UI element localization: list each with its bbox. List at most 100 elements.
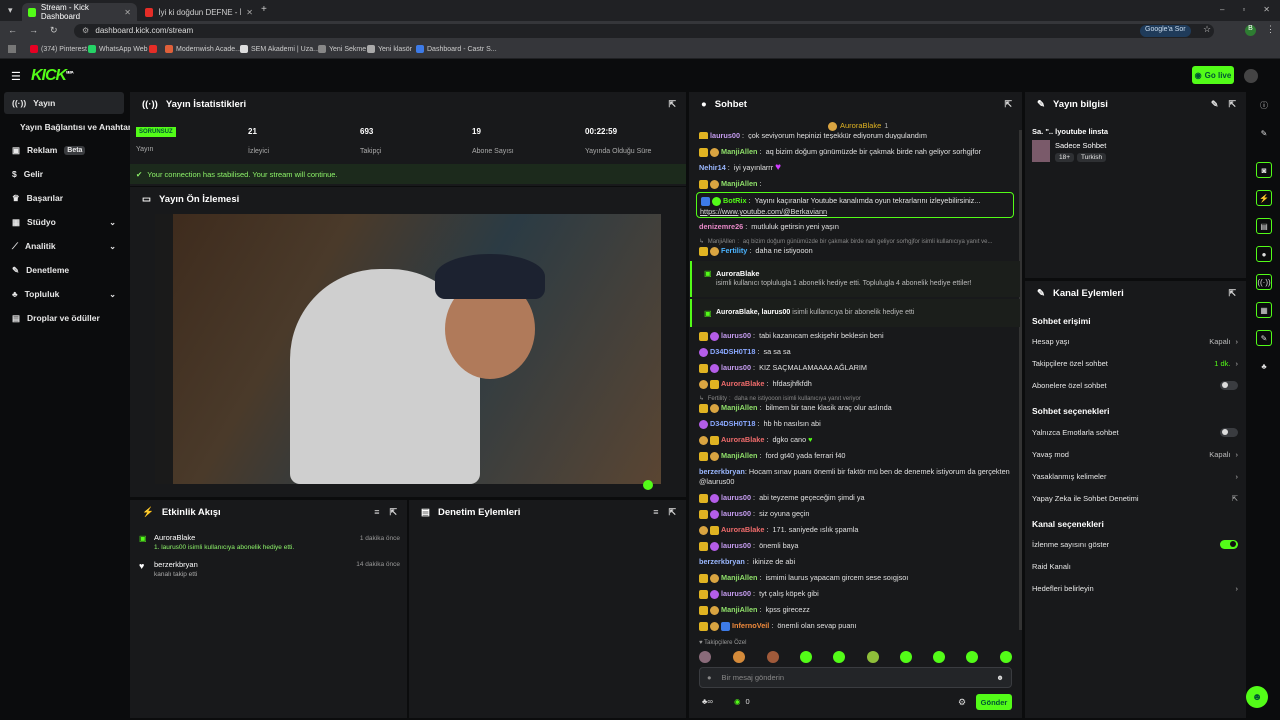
- chat-settings-icon[interactable]: ⚙: [958, 697, 966, 708]
- ai-moderation-row[interactable]: Yapay Zeka ile Sohbet Denetimi ⇱: [1032, 491, 1238, 505]
- tools-icon[interactable]: ✎: [1256, 330, 1272, 346]
- back-icon[interactable]: ←: [8, 25, 17, 36]
- sidebar-item-topluluk[interactable]: ♣ Topluluk ⌄: [4, 283, 124, 305]
- send-button[interactable]: Gönder: [976, 694, 1012, 710]
- close-icon[interactable]: ✕: [246, 8, 253, 17]
- close-window-icon[interactable]: ✕: [1263, 5, 1270, 14]
- wrench-icon[interactable]: ✎: [1256, 125, 1272, 141]
- emote-8[interactable]: [933, 651, 945, 663]
- apps-icon[interactable]: [8, 45, 16, 53]
- show-viewers-toggle[interactable]: [1220, 539, 1238, 549]
- google-ask-button[interactable]: Google'a Sor: [1140, 25, 1191, 37]
- broadcast-icon[interactable]: ((·)): [1256, 274, 1272, 290]
- close-icon[interactable]: ✕: [124, 8, 131, 17]
- emote-1[interactable]: [699, 651, 711, 663]
- sidebar-item-droplar[interactable]: ▤ Droplar ve ödüller: [4, 307, 124, 329]
- raid-row[interactable]: Raid Kanalı: [1032, 559, 1238, 573]
- server-icon[interactable]: ▦: [1256, 302, 1272, 318]
- goals-row[interactable]: Hedefleri belirleyin ›: [1032, 581, 1238, 595]
- emote-2[interactable]: [733, 651, 745, 663]
- new-tab-icon[interactable]: +: [261, 4, 267, 15]
- info-icon[interactable]: ⓘ: [1256, 97, 1272, 113]
- emotes-only-toggle[interactable]: [1220, 427, 1238, 437]
- banned-words-row[interactable]: Yasaklanmış kelimeler ›: [1032, 469, 1238, 483]
- gift-badge-icon: [699, 435, 708, 445]
- go-live-button[interactable]: ◉ Go live: [1192, 66, 1234, 84]
- chat-scrollbar[interactable]: [1019, 130, 1022, 630]
- hamburger-menu-icon[interactable]: ☰: [11, 70, 21, 83]
- bookmark-youtube[interactable]: [149, 45, 157, 53]
- filter-icon[interactable]: ≡: [653, 507, 658, 518]
- emote-7[interactable]: [900, 651, 912, 663]
- popout-icon[interactable]: ⇱: [1228, 99, 1236, 110]
- bookmark-castr[interactable]: Dashboard - Castr S...: [416, 45, 497, 53]
- emote-icon: ♥: [775, 162, 782, 173]
- bookmark-yeni-sekme[interactable]: Yeni Sekme: [318, 45, 366, 53]
- kick-logo[interactable]: KICKBETA: [31, 67, 74, 85]
- bookmark-whatsapp[interactable]: WhatsApp Web: [88, 45, 148, 53]
- browser-menu-icon[interactable]: ⋮: [1266, 24, 1275, 35]
- lightning-icon[interactable]: ⚡: [1256, 190, 1272, 206]
- sidebar-item-denetleme[interactable]: ✎ Denetleme: [4, 259, 124, 281]
- profile-avatar[interactable]: B: [1245, 25, 1256, 36]
- sidebar-item-studyo[interactable]: ▦ Stüdyo ⌄: [4, 211, 124, 233]
- user-avatar[interactable]: [1244, 69, 1258, 83]
- filter-icon[interactable]: ≡: [374, 507, 379, 518]
- stream-video[interactable]: [155, 214, 661, 490]
- document-icon[interactable]: ▤: [1256, 218, 1272, 234]
- edit-icon[interactable]: ✎: [1211, 99, 1219, 110]
- activity-feed-panel: ⚡ Etkinlik Akışı ≡ ⇱ ▣ AuroraBlake 1. lauru…: [130, 500, 407, 718]
- followers-chat-row[interactable]: Takipçilere özel sohbet 1 dk. ›: [1032, 356, 1238, 370]
- category-name[interactable]: Sadece Sohbet: [1055, 141, 1106, 150]
- help-button[interactable]: ☻: [1246, 686, 1268, 708]
- emote-5[interactable]: [833, 651, 845, 663]
- pinned-gifter[interactable]: AuroraBlake 1: [828, 121, 888, 131]
- minimize-icon[interactable]: –: [1220, 5, 1224, 14]
- subs-chat-toggle[interactable]: [1220, 380, 1238, 390]
- chat-input[interactable]: ● Bir mesaj gönderin ☻: [699, 667, 1012, 688]
- popout-icon[interactable]: ⇱: [389, 507, 397, 518]
- users-icon[interactable]: ♣: [1256, 358, 1272, 374]
- bookmark-pinterest[interactable]: (374) Pinterest: [30, 45, 87, 53]
- popout-icon[interactable]: ⇱: [668, 99, 676, 110]
- popout-icon[interactable]: ⇱: [668, 507, 676, 518]
- browser-tab-kick[interactable]: Stream - Kick Dashboard ✕: [22, 3, 137, 21]
- sidebar-item-stream-key[interactable]: Yayın Bağlantısı ve Anahtarı: [4, 116, 134, 138]
- bookmark-star-icon[interactable]: ☆: [1203, 24, 1211, 35]
- chevron-down-icon: ⌄: [109, 217, 116, 227]
- sidebar-item-gelir[interactable]: $ Gelir: [4, 163, 124, 185]
- maximize-icon[interactable]: ▫: [1242, 5, 1245, 14]
- emote-6[interactable]: [867, 651, 879, 663]
- account-age-row[interactable]: Hesap yaşı Kapalı ›: [1032, 334, 1238, 348]
- chat-users-icon[interactable]: ♣∞: [702, 697, 713, 706]
- bookmark-sem[interactable]: SEM Akademi | Uza...: [240, 45, 319, 53]
- site-info-icon[interactable]: ⚙: [82, 26, 89, 35]
- tab-search-icon[interactable]: ▾: [8, 5, 13, 16]
- emoji-icon[interactable]: ☻: [996, 673, 1004, 682]
- stats-header: ((·)) Yayın İstatistikleri ⇱: [142, 98, 676, 110]
- slow-mode-row[interactable]: Yavaş mod Kapalı ›: [1032, 447, 1238, 461]
- emote-3[interactable]: [767, 651, 779, 663]
- sub-badge-icon: [699, 331, 708, 341]
- sidebar-item-yayin[interactable]: ((·)) Yayın: [4, 92, 124, 114]
- sidebar-item-analitik[interactable]: ⟋ Analitik ⌄: [4, 235, 124, 257]
- reload-icon[interactable]: ↻: [50, 25, 58, 36]
- badge-icon: [710, 435, 719, 445]
- emote-4[interactable]: [800, 651, 812, 663]
- url-field[interactable]: ⚙ dashboard.kick.com/stream: [74, 24, 1214, 38]
- forward-icon[interactable]: →: [29, 25, 38, 36]
- popout-icon[interactable]: ⇱: [1228, 288, 1236, 299]
- camera-icon[interactable]: ◙: [1256, 162, 1272, 178]
- popout-icon[interactable]: ⇱: [1004, 99, 1012, 110]
- sub-badge-icon: [699, 131, 708, 139]
- bookmark-folder[interactable]: Yeni klasör: [367, 45, 412, 53]
- chat-bubble-icon[interactable]: ●: [1256, 246, 1272, 262]
- emote-9[interactable]: [966, 651, 978, 663]
- emote-10[interactable]: [1000, 651, 1012, 663]
- browser-tab-youtube[interactable]: İyi ki doğdun DEFNE - İsme Öz ✕: [139, 3, 259, 21]
- sidebar-item-reklam[interactable]: ▣ Reklam Beta: [4, 139, 124, 161]
- youtube-link[interactable]: https://www.youtube.com/@Berkaviann: [700, 207, 827, 216]
- bookmark-modernwish[interactable]: Modernwish Acade...: [165, 45, 241, 53]
- sidebar-item-basarilar[interactable]: ♛ Başarılar: [4, 187, 124, 209]
- gift-badge-icon: [710, 363, 719, 373]
